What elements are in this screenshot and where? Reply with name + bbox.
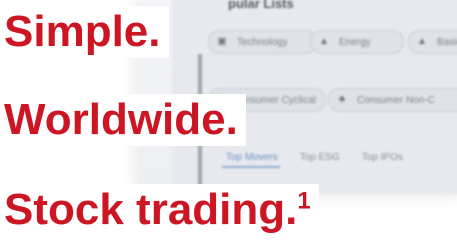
tree-icon: ♣ (338, 94, 346, 105)
chip-label: Basic M (437, 36, 457, 48)
headline-line-2: Worldwide. (0, 94, 246, 146)
chip-icon: ▣ (217, 36, 227, 47)
tab-top-esg[interactable]: Top ESG (300, 152, 340, 163)
tower-icon: ▲ (319, 36, 329, 47)
chip-label: Energy (339, 36, 371, 48)
headline-text-worldwide: Worldwide. (4, 95, 238, 144)
footnote-marker: 1 (297, 187, 311, 215)
popular-lists-title: pular Lists (228, 0, 294, 11)
chip-consumer-non-cyclical[interactable]: ♣ Consumer Non-C (328, 88, 457, 112)
headline-text-stock-trading: Stock trading. (4, 185, 298, 234)
tower-icon: ▲ (417, 36, 427, 47)
chip-label: Consumer Non-C (357, 94, 435, 106)
tab-top-movers[interactable]: Top Movers (226, 152, 278, 163)
chip-label: Technology (237, 36, 288, 48)
headline-line-3: Stock trading.1 (0, 184, 319, 236)
list-tabs: Top Movers Top ESG Top IPOs (226, 152, 403, 163)
chip-energy[interactable]: ▲ Energy (310, 30, 404, 54)
headline-line-1: Simple. (0, 6, 169, 58)
tab-top-ipos[interactable]: Top IPOs (362, 152, 403, 163)
chip-technology[interactable]: ▣ Technology (208, 30, 318, 54)
chip-basic-materials[interactable]: ▲ Basic M (408, 30, 457, 54)
headline-text-simple: Simple. (4, 7, 161, 56)
active-tab-indicator (222, 166, 280, 168)
